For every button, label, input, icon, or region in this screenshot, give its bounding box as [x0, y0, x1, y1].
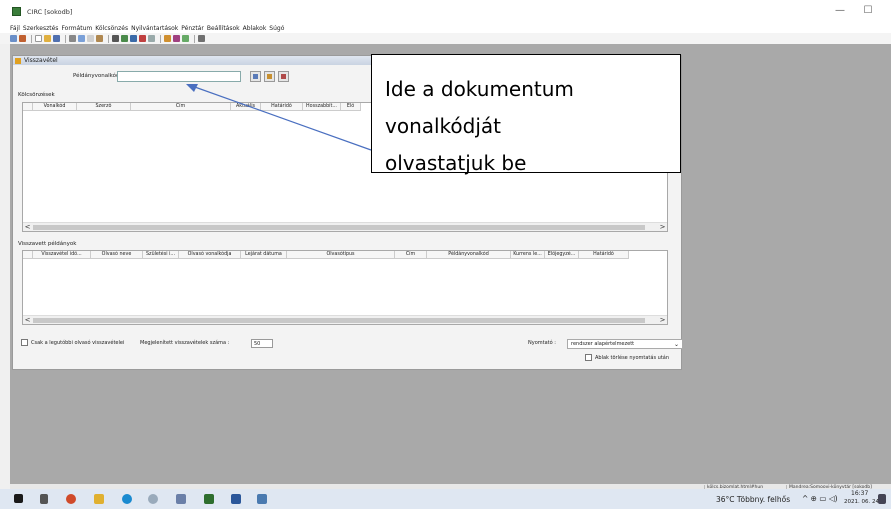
circ-taskbar-icon[interactable] [204, 494, 214, 504]
callout-line-2: olvastatjuk be [385, 151, 527, 175]
app-icon-3[interactable] [176, 494, 186, 504]
tray-icons[interactable]: ^ ⊕ ▭ ◁) [802, 494, 838, 503]
file-explorer-icon[interactable] [94, 494, 104, 504]
notification-icon[interactable] [878, 494, 886, 504]
callout-line-1: Ide a dokumentum vonalkódját [385, 77, 574, 138]
task-view-icon[interactable] [40, 494, 48, 504]
clock-date[interactable]: 2021. 06. 24. [844, 499, 881, 505]
app-icon-2[interactable] [148, 494, 158, 504]
app-icon-4[interactable] [257, 494, 267, 504]
edge-icon[interactable] [122, 494, 132, 504]
clock-time[interactable]: 16:37 [851, 490, 868, 497]
word-icon[interactable] [231, 494, 241, 504]
weather-text[interactable]: 36°C Többny. felhős [716, 495, 790, 504]
windows-taskbar: 36°C Többny. felhős ^ ⊕ ▭ ◁) 16:37 2021.… [0, 489, 891, 509]
start-icon[interactable] [14, 494, 23, 503]
callout-arrow-line [191, 85, 372, 151]
browser-icon[interactable] [66, 494, 76, 504]
callout-box: Ide a dokumentum vonalkódját olvastatjuk… [371, 54, 681, 175]
